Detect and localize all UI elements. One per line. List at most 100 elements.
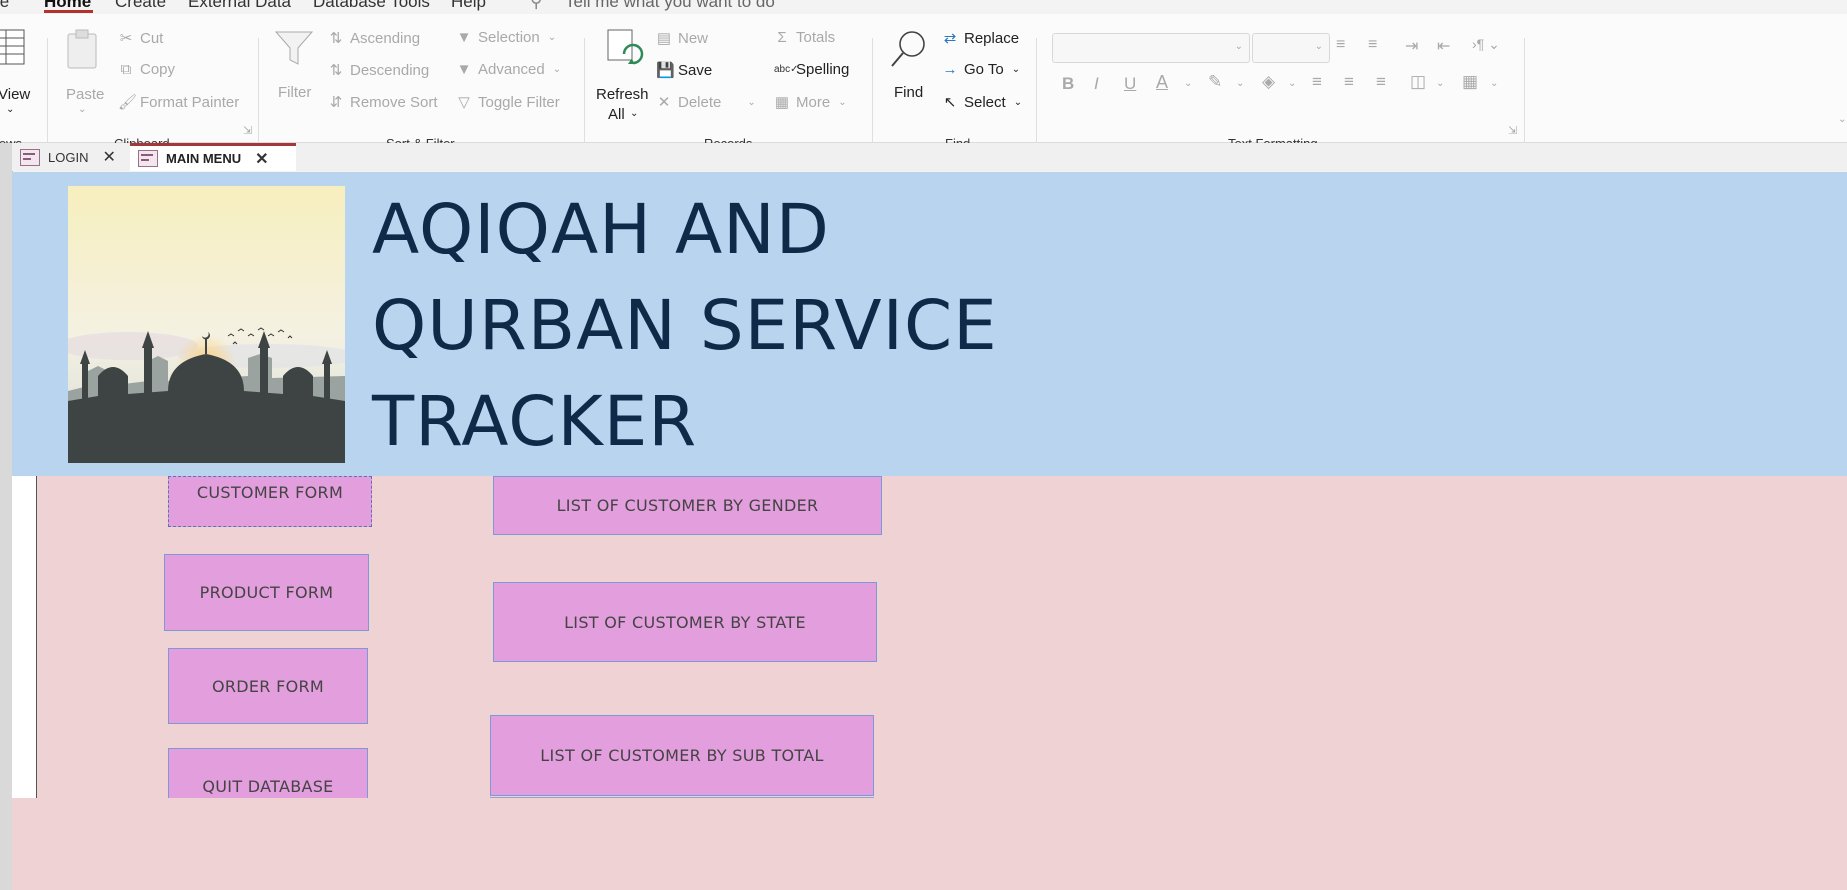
select-button[interactable]: ↖ Select ⌄ xyxy=(942,93,1022,112)
advanced-button[interactable]: ▼ Advanced ⌄ xyxy=(456,61,562,78)
tell-me-search[interactable]: Tell me what you want to do xyxy=(565,0,775,12)
align-right-icon[interactable]: ≡ xyxy=(1376,72,1386,92)
arrow-right-icon: → xyxy=(942,61,958,78)
descending-label: Descending xyxy=(350,61,430,79)
descending-button[interactable]: ⇅ Descending xyxy=(328,61,430,80)
cut-label: Cut xyxy=(140,29,164,47)
close-icon[interactable]: ✕ xyxy=(255,149,268,169)
clipboard-icon xyxy=(67,29,97,69)
title-line-2: QURBAN SERVICE xyxy=(372,286,998,366)
sort-descending-icon: ⇅ xyxy=(329,62,343,79)
new-record-icon: ▤ xyxy=(656,30,672,47)
spelling-button[interactable]: abc✓ Spelling xyxy=(774,61,849,78)
tab-main-menu-label: MAIN MENU xyxy=(166,151,242,166)
delete-icon: ✕ xyxy=(657,94,671,111)
sigma-icon: Σ xyxy=(777,29,787,46)
find-button[interactable]: Find xyxy=(888,28,932,108)
bullets-icon[interactable]: ≡ xyxy=(1336,36,1345,54)
refresh-icon xyxy=(607,29,644,65)
replace-button[interactable]: ⇄ Replace xyxy=(942,29,1019,48)
paste-button[interactable]: Paste ⌄ xyxy=(62,28,106,120)
spelling-icon: abc✓ xyxy=(774,64,799,75)
chevron-down-icon: ⌄ xyxy=(838,96,847,108)
gridlines-icon[interactable]: ▦ xyxy=(1462,72,1478,92)
underline-button[interactable]: U xyxy=(1124,74,1136,94)
remove-sort-button[interactable]: ⇵ Remove Sort xyxy=(328,93,438,112)
delete-button[interactable]: ✕ Delete ⌄ xyxy=(656,93,756,112)
menu-file[interactable]: le xyxy=(0,0,9,12)
chevron-down-icon: ⌄ xyxy=(747,96,756,108)
align-center-icon[interactable]: ≡ xyxy=(1344,72,1354,92)
font-size-dropdown[interactable]: ⌄ xyxy=(1252,33,1330,63)
find-label: Find xyxy=(894,84,924,101)
cut-button[interactable]: ✂ Cut xyxy=(118,29,164,48)
select-label: Select xyxy=(964,93,1006,111)
order-form-button[interactable]: ORDER FORM xyxy=(168,648,368,724)
selection-label: Selection xyxy=(478,29,540,46)
save-button[interactable]: 💾 Save xyxy=(656,61,713,80)
numbering-icon[interactable]: ≡ xyxy=(1368,36,1377,54)
new-record-button[interactable]: ▤ New xyxy=(656,29,709,48)
customer-form-button[interactable]: CUSTOMER FORM xyxy=(168,476,372,527)
refresh-all-button[interactable]: Refresh All ⌄ xyxy=(596,28,649,124)
chevron-down-icon: ⌄ xyxy=(1288,78,1297,89)
chevron-down-icon: ⌄ xyxy=(1490,78,1499,89)
new-label: New xyxy=(678,29,709,47)
more-button[interactable]: ▦ More ⌄ xyxy=(774,93,847,112)
paintbrush-icon: 🖌 xyxy=(118,94,138,111)
menu-help[interactable]: Help xyxy=(451,0,486,12)
increase-indent-icon[interactable]: ⇥ xyxy=(1405,36,1418,56)
more-label: More xyxy=(796,93,831,111)
product-form-button[interactable]: PRODUCT FORM xyxy=(164,554,369,631)
collapse-ribbon-icon[interactable]: ⌄ xyxy=(1838,114,1846,125)
quit-database-button[interactable]: QUIT DATABASE xyxy=(168,748,368,798)
tab-main-menu[interactable]: MAIN MENU ✕ xyxy=(130,143,296,171)
font-name-dropdown[interactable]: ⌄ xyxy=(1052,33,1250,63)
chevron-down-icon: ⌄ xyxy=(1314,41,1323,52)
cursor-icon: ↖ xyxy=(943,94,957,111)
alternate-row-color-icon[interactable]: ◫ xyxy=(1410,72,1426,92)
ascending-button[interactable]: ⇅ Ascending xyxy=(328,29,420,48)
view-button[interactable]: View ⌄ xyxy=(0,28,36,115)
menu-home-underline xyxy=(44,10,93,13)
save-icon: 💾 xyxy=(656,62,675,79)
chevron-down-icon: ⌄ xyxy=(1234,41,1243,52)
fill-color-icon[interactable]: ◈ xyxy=(1262,72,1275,92)
list-by-state-button[interactable]: LIST OF CUSTOMER BY STATE xyxy=(493,582,877,662)
search-icon[interactable]: ⚲ xyxy=(530,0,542,12)
menu-database-tools[interactable]: Database Tools xyxy=(313,0,430,12)
selection-filter-icon: ▼ xyxy=(456,29,472,46)
list-by-gender-button[interactable]: LIST OF CUSTOMER BY GENDER xyxy=(493,476,882,535)
totals-button[interactable]: Σ Totals xyxy=(774,29,835,46)
refresh-all-label: All xyxy=(608,106,625,123)
mosque-logo-image xyxy=(68,186,345,463)
save-label: Save xyxy=(678,61,713,79)
goto-button[interactable]: → Go To ⌄ xyxy=(942,61,1021,78)
tab-login[interactable]: LOGIN ✕ xyxy=(12,143,128,171)
decrease-indent-icon[interactable]: ⇤ xyxy=(1437,36,1450,56)
menu-create[interactable]: Create xyxy=(115,0,166,12)
title-line-3: TRACKER xyxy=(372,382,698,462)
record-selector[interactable] xyxy=(12,476,37,798)
toggle-filter-button[interactable]: ▽ Toggle Filter xyxy=(456,93,559,112)
toggle-filter-icon: ▽ xyxy=(458,94,470,111)
chevron-down-icon: ⌄ xyxy=(630,108,639,119)
format-painter-button[interactable]: 🖌 Format Painter xyxy=(118,93,239,112)
menu-external-data[interactable]: External Data xyxy=(188,0,291,12)
paragraph-icon[interactable]: ›¶ ⌄ xyxy=(1472,36,1500,53)
copy-button[interactable]: ⧉ Copy xyxy=(118,61,175,78)
align-left-icon[interactable]: ≡ xyxy=(1312,72,1322,92)
selection-button[interactable]: ▼ Selection ⌄ xyxy=(456,29,557,46)
magnifier-icon xyxy=(891,31,925,67)
dialog-launcher-icon[interactable]: ⇲ xyxy=(243,124,252,137)
list-by-subtotal-button[interactable]: LIST OF CUSTOMER BY SUB TOTAL xyxy=(490,715,874,796)
bold-button[interactable]: B xyxy=(1062,74,1074,94)
dialog-launcher-icon[interactable]: ⇲ xyxy=(1508,124,1517,137)
font-color-icon[interactable]: A xyxy=(1156,72,1168,93)
filter-button[interactable]: Filter xyxy=(274,28,318,108)
italic-button[interactable]: I xyxy=(1094,74,1099,94)
close-icon[interactable]: ✕ xyxy=(102,147,115,167)
remove-sort-icon: ⇵ xyxy=(329,94,343,111)
highlight-icon[interactable]: ✎ xyxy=(1208,72,1222,92)
view-label: View xyxy=(0,86,31,103)
